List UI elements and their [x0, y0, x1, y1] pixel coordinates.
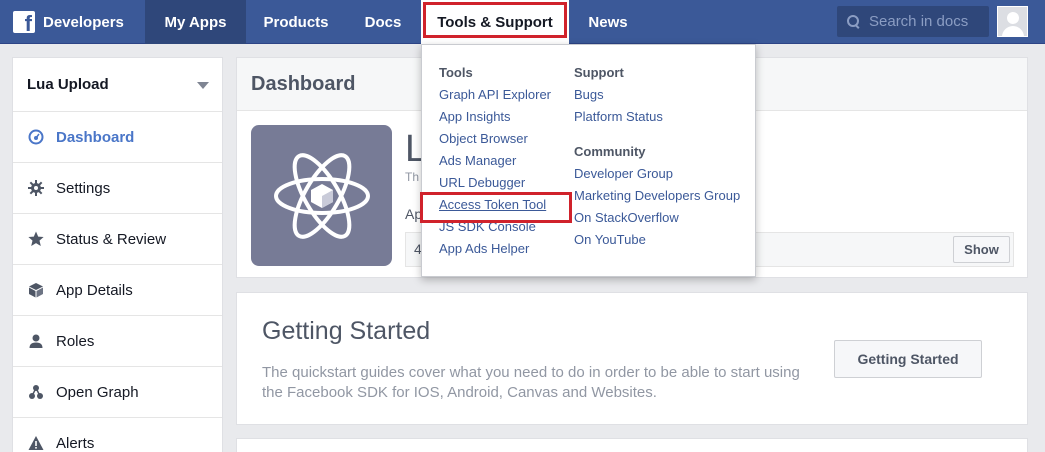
- getting-started-card: Getting Started The quickstart guides co…: [236, 292, 1028, 425]
- sidebar: Lua Upload Dashboard Settings Status & R…: [12, 57, 223, 452]
- sidebar-item-label: Roles: [56, 332, 95, 350]
- sidebar-item-dashboard[interactable]: Dashboard: [13, 112, 222, 163]
- sidebar-item-label: Settings: [56, 179, 111, 197]
- highlight-box: [423, 2, 567, 38]
- getting-started-title: Getting Started: [262, 317, 431, 345]
- menu-item-access-token-tool[interactable]: Access Token Tool: [420, 192, 572, 223]
- sidebar-item-settings[interactable]: Settings: [13, 163, 222, 214]
- sidebar-item-app-details[interactable]: App Details: [13, 265, 222, 316]
- menu-item-on-stackoverflow[interactable]: On StackOverflow: [574, 210, 740, 232]
- support-heading: Support: [574, 65, 624, 80]
- sidebar-item-label: Open Graph: [56, 383, 139, 401]
- menu-item-object-browser[interactable]: Object Browser: [439, 131, 551, 153]
- tools-column: Tools Graph API Explorer App Insights Ob…: [420, 65, 572, 263]
- sidebar-item-label: Status & Review: [56, 230, 167, 248]
- caret-down-icon: [197, 82, 209, 89]
- sidebar-item-status-review[interactable]: Status & Review: [13, 214, 222, 265]
- developers-brand[interactable]: f Developers: [0, 0, 124, 44]
- nav-products[interactable]: Products: [246, 0, 346, 44]
- cube-icon: [27, 281, 45, 299]
- nav-docs[interactable]: Docs: [346, 0, 420, 44]
- search-placeholder: Search in docs: [869, 13, 969, 30]
- menu-item-developer-group[interactable]: Developer Group: [574, 166, 740, 188]
- nav-my-apps[interactable]: My Apps: [145, 0, 246, 44]
- community-heading: Community: [574, 144, 646, 159]
- dashboard-icon: [27, 128, 45, 146]
- tools-support-dropdown: Tools Graph API Explorer App Insights Ob…: [420, 44, 756, 277]
- search-icon: [847, 15, 860, 28]
- menu-item-bugs[interactable]: Bugs: [574, 87, 740, 109]
- tools-heading: Tools: [439, 65, 473, 80]
- app-selector-label: Lua Upload: [27, 76, 109, 93]
- avatar[interactable]: [997, 6, 1028, 37]
- sidebar-item-alerts[interactable]: Alerts: [13, 418, 222, 452]
- getting-started-button[interactable]: Getting Started: [834, 340, 982, 378]
- show-secret-button[interactable]: Show: [953, 236, 1010, 263]
- top-nav-bar: f Developers My Apps Products Docs Tools…: [0, 0, 1045, 44]
- sidebar-item-open-graph[interactable]: Open Graph: [13, 367, 222, 418]
- gear-icon: [27, 179, 45, 197]
- app-atom-icon: [251, 125, 392, 266]
- facebook-logo-icon: f: [13, 11, 35, 35]
- sidebar-item-roles[interactable]: Roles: [13, 316, 222, 367]
- alert-icon: [27, 434, 45, 452]
- person-icon: [27, 332, 45, 350]
- menu-item-on-youtube[interactable]: On YouTube: [574, 232, 740, 254]
- sidebar-item-label: Alerts: [56, 434, 95, 452]
- graph-icon: [27, 383, 45, 401]
- nav-tools-support[interactable]: Tools & Support: [421, 0, 569, 44]
- getting-started-description: The quickstart guides cover what you nee…: [262, 364, 800, 401]
- app-subtitle-partial: Th: [405, 170, 420, 184]
- star-icon: [27, 230, 45, 248]
- app-selector[interactable]: Lua Upload: [13, 58, 222, 112]
- menu-item-graph-api-explorer[interactable]: Graph API Explorer: [439, 87, 551, 109]
- menu-item-marketing-developers-group[interactable]: Marketing Developers Group: [574, 188, 740, 210]
- next-card: [236, 438, 1028, 452]
- menu-item-platform-status[interactable]: Platform Status: [574, 109, 740, 131]
- brand-label: Developers: [43, 13, 124, 31]
- menu-item-app-insights[interactable]: App Insights: [439, 109, 551, 131]
- sidebar-item-label: App Details: [56, 281, 133, 299]
- menu-item-ads-manager[interactable]: Ads Manager: [439, 153, 551, 175]
- nav-news[interactable]: News: [576, 0, 640, 44]
- search-input[interactable]: Search in docs: [837, 6, 989, 37]
- sidebar-item-label: Dashboard: [56, 128, 135, 146]
- support-column: Support Bugs Platform Status Community D…: [574, 65, 740, 254]
- menu-item-app-ads-helper[interactable]: App Ads Helper: [439, 241, 551, 263]
